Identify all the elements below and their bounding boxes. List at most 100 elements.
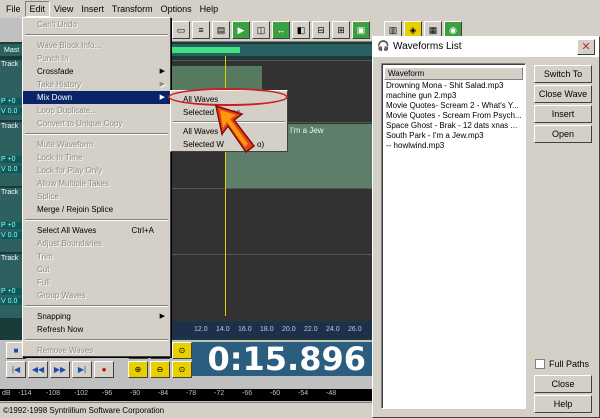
menu-separator — [25, 133, 168, 135]
toolbar-tool-icon[interactable]: ▤ — [212, 21, 230, 39]
full-paths-checkbox[interactable]: Full Paths — [535, 359, 589, 369]
menu-item-mute-waveform[interactable]: Mute Waveform — [23, 138, 170, 151]
timeline-tick: 26.0 — [348, 326, 362, 333]
submenu-arrow-icon: ▶ — [159, 81, 165, 88]
switch-to-button[interactable]: Switch To — [534, 65, 592, 83]
db-label: dB — [2, 390, 11, 397]
toolbar-tool-icon[interactable]: ⊞ — [332, 21, 350, 39]
menu-item-snapping[interactable]: Snapping ▶ — [23, 310, 170, 323]
toolbar-tool-icon[interactable]: ▶ — [232, 21, 250, 39]
pointer-arrow-icon — [214, 104, 256, 154]
toolbar-tool-icon[interactable]: ↔ — [272, 21, 290, 39]
menu-options[interactable]: Options — [157, 1, 196, 17]
menu-item-adjust-boundaries[interactable]: Adjust Boundaries — [23, 237, 170, 250]
db-label: -90 — [130, 390, 141, 397]
checkbox-box[interactable] — [535, 359, 545, 369]
menu-bar: File Edit View Insert Transform Options … — [0, 0, 600, 18]
timeline-tick: 14.0 — [216, 326, 230, 333]
wave-block-label: I'm a Jew — [290, 126, 324, 135]
menu-separator — [25, 34, 168, 36]
menu-item-cut[interactable]: Cut — [23, 263, 170, 276]
menu-item-crossfade[interactable]: Crossfade ▶ — [23, 65, 170, 78]
menu-item-label: Crossfade — [37, 67, 74, 76]
close-button[interactable]: Close — [534, 375, 592, 393]
master-track-label: Mast — [4, 47, 20, 54]
help-button[interactable]: Help — [534, 395, 592, 413]
list-item[interactable]: Space Ghost - Brak - 12 dats xnas ... — [382, 121, 525, 131]
menu-item-punch-in[interactable]: Punch In — [23, 52, 170, 65]
menu-transform[interactable]: Transform — [108, 1, 157, 17]
menu-item-label: Select All Waves — [37, 226, 97, 235]
db-label: -72 — [214, 390, 225, 397]
close-wave-button[interactable]: Close Wave — [534, 85, 592, 103]
level-meter-scale: dB -114 -108 -102 -96 -90 -84 -78 -72 -6… — [0, 389, 372, 401]
zoom-left-icon[interactable]: ⊖ — [150, 361, 170, 378]
waveforms-list-dialog: 🎧 Waveforms List ✕ Waveform Drowning Mon… — [372, 36, 600, 418]
menu-item-merge-rejoin[interactable]: Merge / Rejoin Splice — [23, 203, 170, 216]
db-label: -102 — [74, 390, 89, 397]
master-level-bar — [170, 47, 240, 53]
menu-item-allow-multiple-takes[interactable]: Allow Multiple Takes — [23, 177, 170, 190]
menu-separator — [25, 339, 168, 341]
menu-item-select-all-waves[interactable]: Select All Waves Ctrl+A — [23, 224, 170, 237]
toolbar-tool-icon[interactable]: ≡ — [192, 21, 210, 39]
record-icon[interactable]: ● — [94, 361, 114, 378]
menu-view[interactable]: View — [50, 1, 77, 17]
menu-item-mix-down[interactable]: Mix Down ▶ — [23, 91, 170, 104]
insert-button[interactable]: Insert — [534, 105, 592, 123]
menu-item-group-waves[interactable]: Group Waves — [23, 289, 170, 302]
menu-edit[interactable]: Edit — [24, 1, 51, 17]
zoom-selection-icon[interactable]: ⊕ — [128, 361, 148, 378]
menu-item-lock-play-only[interactable]: Lock for Play Only — [23, 164, 170, 177]
toolbar-tool-icon[interactable]: ▭ — [172, 21, 190, 39]
list-item[interactable]: South Park - I'm a Jew.mp3 — [382, 131, 525, 141]
menu-item-undo[interactable]: Can't Undo — [23, 18, 170, 31]
menu-item-convert-unique[interactable]: Convert to Unique Copy — [23, 117, 170, 130]
db-label: -84 — [158, 390, 169, 397]
dialog-titlebar[interactable]: 🎧 Waveforms List ✕ — [373, 37, 599, 57]
menu-item-take-history[interactable]: Take History ▶ — [23, 78, 170, 91]
waveform-listbox[interactable]: Waveform Drowning Mona - Shit Salad.mp3 … — [381, 63, 526, 409]
close-icon[interactable]: ✕ — [577, 39, 595, 55]
db-label: -54 — [298, 390, 309, 397]
menu-help[interactable]: Help — [196, 1, 223, 17]
toolbar-tool-icon[interactable]: ◫ — [252, 21, 270, 39]
toolbar-tool-icon[interactable]: ⊟ — [312, 21, 330, 39]
go-to-start-icon[interactable]: |◀ — [6, 361, 26, 378]
list-item[interactable]: Movie Quotes - Scream From Psych... — [382, 111, 525, 121]
menu-item-remove-waves[interactable]: Remove Waves — [23, 344, 170, 357]
db-label: -66 — [242, 390, 253, 397]
menu-item-splice[interactable]: Splice — [23, 190, 170, 203]
zoom-full-icon[interactable]: ⊙ — [172, 342, 192, 359]
menu-item-lock-in-time[interactable]: Lock In Time — [23, 151, 170, 164]
list-column-header[interactable]: Waveform — [384, 67, 523, 80]
toolbar-tool-icon[interactable]: ▣ — [352, 21, 370, 39]
menu-file[interactable]: File — [2, 1, 25, 17]
zoom-right-icon[interactable]: ⊙ — [172, 361, 192, 378]
list-item[interactable]: Movie Quotes- Scream 2 - What's Y... — [382, 101, 525, 111]
menu-separator — [25, 219, 168, 221]
menu-item-loop-duplicate[interactable]: Loop Duplicate... — [23, 104, 170, 117]
open-button[interactable]: Open — [534, 125, 592, 143]
menu-item-wave-block-info[interactable]: Wave Block Info... — [23, 39, 170, 52]
timeline-tick: 24.0 — [326, 326, 340, 333]
menu-item-refresh-now[interactable]: Refresh Now — [23, 323, 170, 336]
list-item[interactable]: Drowning Mona - Shit Salad.mp3 — [382, 81, 525, 91]
go-to-end-icon[interactable]: ▶| — [72, 361, 92, 378]
fast-forward-icon[interactable]: ▶▶ — [50, 361, 70, 378]
full-paths-label: Full Paths — [549, 359, 590, 369]
rewind-icon[interactable]: ◀◀ — [28, 361, 48, 378]
edit-menu-dropdown: Can't Undo Wave Block Info... Punch In C… — [22, 17, 171, 357]
list-item[interactable]: machine gun 2.mp3 — [382, 91, 525, 101]
timeline-ruler[interactable]: 12.0 14.0 16.0 18.0 20.0 22.0 24.0 26.0 — [172, 322, 372, 338]
timeline-tick: 12.0 — [194, 326, 208, 333]
timeline-tick: 18.0 — [260, 326, 274, 333]
menu-shortcut: Ctrl+A — [131, 226, 154, 235]
menu-item-trim[interactable]: Trim — [23, 250, 170, 263]
menu-insert[interactable]: Insert — [77, 1, 108, 17]
menu-item-full[interactable]: Full — [23, 276, 170, 289]
toolbar-tool-icon[interactable]: ◧ — [292, 21, 310, 39]
db-label: -108 — [46, 390, 61, 397]
submenu-arrow-icon: ▶ — [159, 94, 165, 101]
list-item[interactable]: -- howlwind.mp3 — [382, 141, 525, 151]
